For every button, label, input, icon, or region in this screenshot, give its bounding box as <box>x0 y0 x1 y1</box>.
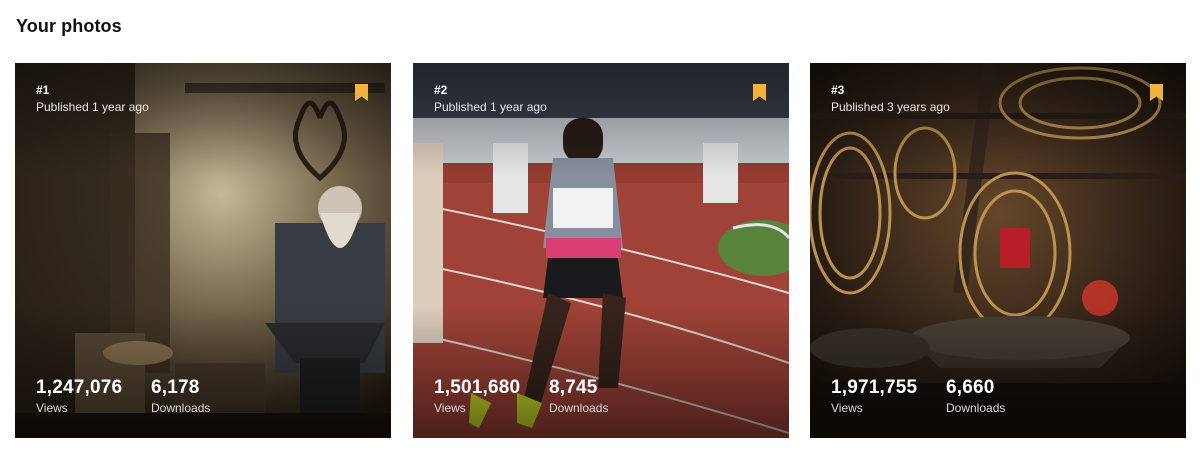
section-title: Your photos <box>16 16 122 36</box>
views-label: Views <box>36 401 68 415</box>
bookmark-shape <box>1150 84 1163 101</box>
downloads-label: Downloads <box>549 401 609 415</box>
photo-card-2[interactable]: #2 Published 1 year ago 1,501,680 Views … <box>413 63 789 438</box>
bookmark-shape <box>355 84 368 101</box>
bookmark-shape <box>753 84 766 101</box>
photo-rank: #2 <box>434 83 448 97</box>
downloads-count: 6,660 <box>946 377 995 398</box>
downloads-count: 8,745 <box>549 377 598 398</box>
bookmark-icon[interactable] <box>753 84 766 101</box>
views-count: 1,247,076 <box>36 377 123 398</box>
downloads-label: Downloads <box>946 401 1006 415</box>
bookmark-icon[interactable] <box>1150 84 1163 101</box>
downloads-stat: 6,660 Downloads <box>946 377 1005 415</box>
downloads-label: Downloads <box>151 401 211 415</box>
views-stat: 1,971,755 Views <box>831 377 917 415</box>
views-stat: 1,247,076 Views <box>36 377 122 415</box>
published-date: Published 1 year ago <box>434 100 547 114</box>
bookmark-icon[interactable] <box>355 84 368 101</box>
photo-rank: #3 <box>831 83 845 97</box>
views-label: Views <box>434 401 466 415</box>
views-count: 1,971,755 <box>831 377 918 398</box>
views-count: 1,501,680 <box>434 377 521 398</box>
published-date: Published 1 year ago <box>36 100 149 114</box>
photo-rank: #1 <box>36 83 50 97</box>
your-photos-page: Your photos #1 Published 1 year ago 1,24… <box>0 0 1200 454</box>
photo-grid: #1 Published 1 year ago 1,247,076 Views … <box>15 63 1187 439</box>
photo-card-1[interactable]: #1 Published 1 year ago 1,247,076 Views … <box>15 63 391 438</box>
views-label: Views <box>831 401 863 415</box>
photo-card-3[interactable]: #3 Published 3 years ago 1,971,755 Views… <box>810 63 1186 438</box>
views-stat: 1,501,680 Views <box>434 377 520 415</box>
downloads-stat: 6,178 Downloads <box>151 377 210 415</box>
published-date: Published 3 years ago <box>831 100 950 114</box>
downloads-stat: 8,745 Downloads <box>549 377 608 415</box>
downloads-count: 6,178 <box>151 377 200 398</box>
